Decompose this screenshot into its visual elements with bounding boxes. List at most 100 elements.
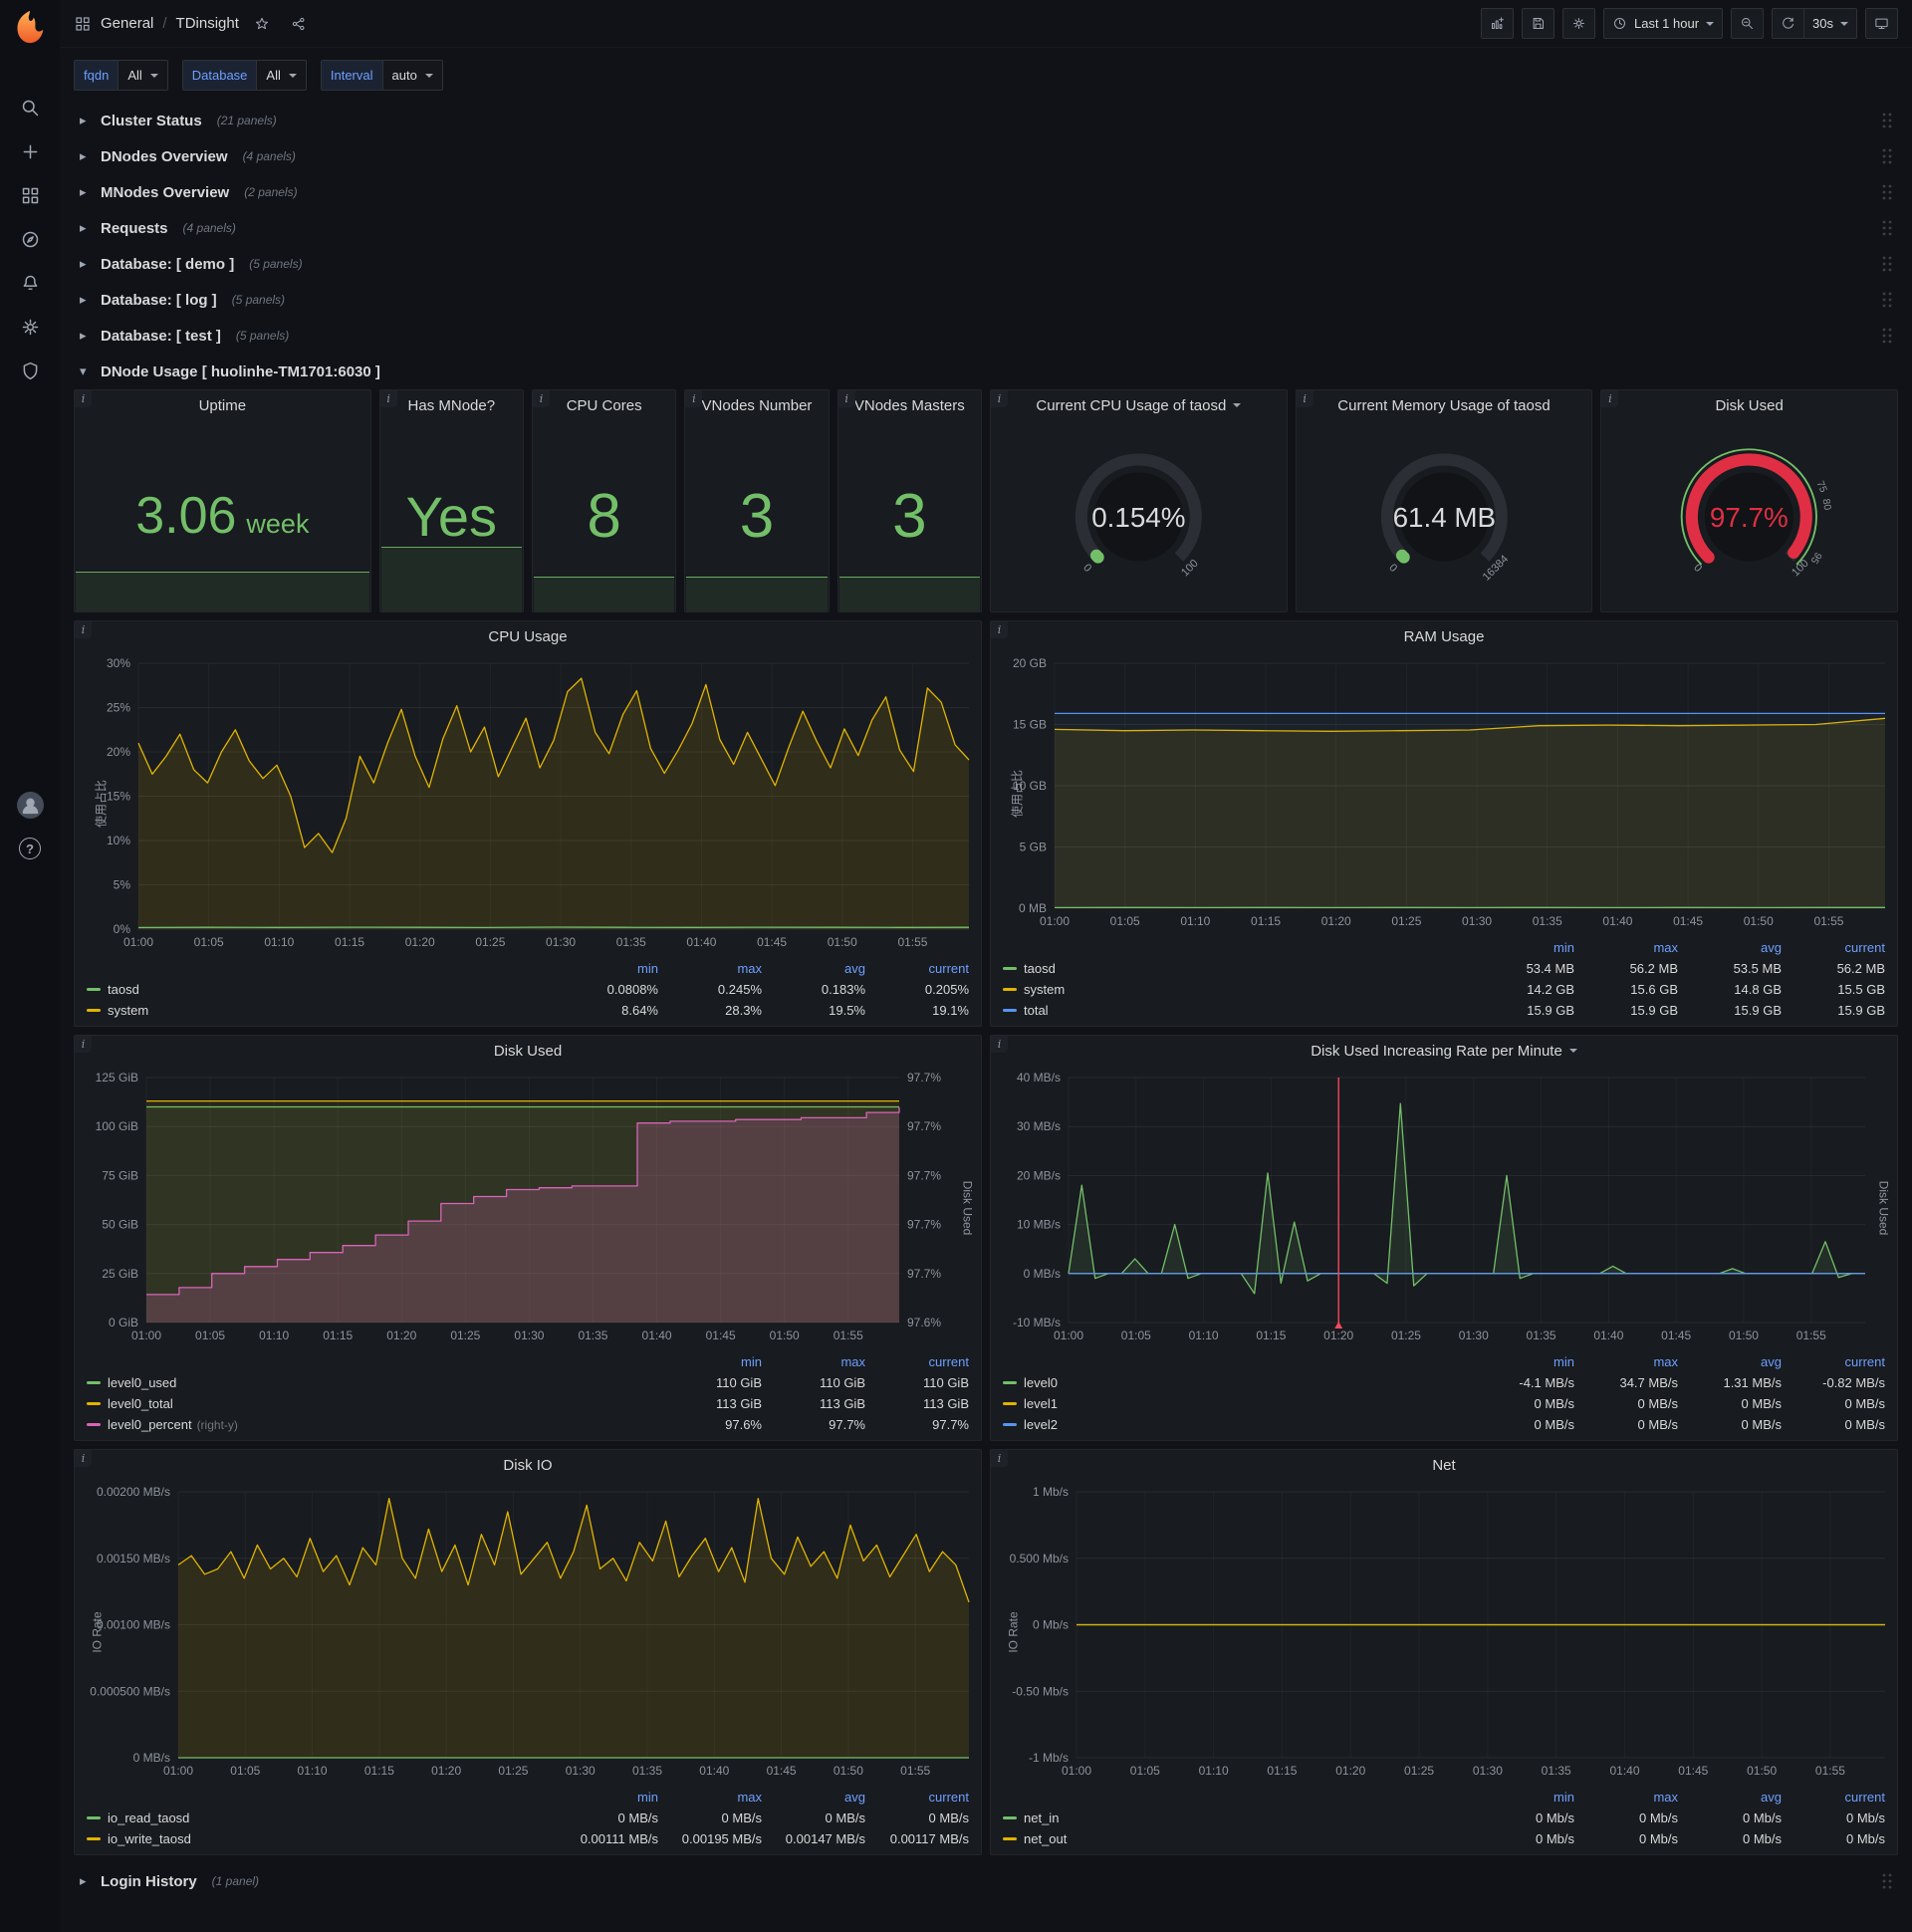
legend-col-header[interactable]: avg [762,1790,865,1805]
alerting-bell-icon[interactable] [8,261,52,305]
legend-col-header[interactable]: max [658,961,762,976]
legend-col-header[interactable]: current [865,961,969,976]
panel-title[interactable]: Net [991,1450,1897,1480]
legend-col-header[interactable]: max [762,1354,865,1369]
panel-title[interactable]: VNodes Masters [838,390,981,420]
legend-col-header[interactable]: current [865,1790,969,1805]
panel-title[interactable]: RAM Usage [991,621,1897,651]
variable-interval[interactable]: Interval auto [320,60,443,91]
dashboard-row-collapsed[interactable]: ▸ Requests (4 panels) [74,210,1898,246]
panel-title[interactable]: CPU Cores [533,390,675,420]
legend-col-header[interactable]: min [1471,1790,1574,1805]
dashboard-row-collapsed[interactable]: ▸ MNodes Overview (2 panels) [74,174,1898,210]
legend-series-toggle[interactable]: system [87,1003,148,1018]
panel-title[interactable]: Current CPU Usage of taosd [991,390,1287,420]
row-drag-handle[interactable] [1882,219,1892,237]
legend-col-header[interactable]: min [555,961,658,976]
chart-canvas[interactable]: 20 GB15 GB10 GB5 GB0 MB01:00 01:05 01:10 01… [991,651,1897,932]
legend-series-toggle[interactable]: taosd [1003,961,1056,976]
legend-col-header[interactable]: min [658,1354,762,1369]
explore-compass-icon[interactable] [8,217,52,261]
panel-title[interactable]: Current Memory Usage of taosd [1297,390,1592,420]
panel-title[interactable]: VNodes Number [685,390,828,420]
dashboard-row-collapsed[interactable]: ▸ DNodes Overview (4 panels) [74,138,1898,174]
chart-area[interactable]: 使用占比 30% 25% 20% 15% 10% 5% 0% 01:00 01:05 01:10 01… [75,651,981,956]
row-drag-handle[interactable] [1882,255,1892,273]
legend-series-toggle[interactable]: net_in [1003,1811,1059,1825]
legend-series-toggle[interactable]: level0_used [87,1375,176,1390]
star-icon[interactable] [248,10,276,38]
breadcrumb-folder[interactable]: General [101,15,153,32]
panel-title[interactable]: Disk Used [1601,390,1897,420]
chart-area[interactable]: IO Rate 1 Mb/s 0.500 Mb/s 0 Mb/s -0.50 Mb/s -… [991,1480,1897,1785]
chart-canvas[interactable]: 1 Mb/s0.500 Mb/s0 Mb/s-0.50 Mb/s-1 Mb/s0… [991,1480,1897,1782]
chart-area[interactable]: 使用占比 20 GB 15 GB 10 GB 5 GB 0 MB 01:00 01:05 01:… [991,651,1897,935]
row-drag-handle[interactable] [1882,112,1892,129]
legend-series-toggle[interactable]: io_write_taosd [87,1831,191,1846]
dashboard-settings-button[interactable] [1561,8,1595,39]
legend-col-header[interactable]: current [1782,1790,1885,1805]
variable-value-dropdown[interactable]: auto [381,60,443,91]
refresh-button[interactable] [1772,8,1805,39]
chart-area[interactable]: IO Rate 0.00200 MB/s 0.00150 MB/s 0.00100 M… [75,1480,981,1785]
legend-col-header[interactable]: current [865,1354,969,1369]
row-drag-handle[interactable] [1882,147,1892,165]
variable-database[interactable]: Database All [181,60,307,91]
legend-col-header[interactable]: avg [762,961,865,976]
legend-col-header[interactable]: min [555,1790,658,1805]
legend-col-header[interactable]: current [1782,1354,1885,1369]
legend-col-header[interactable]: current [1782,940,1885,955]
dashboard-row-collapsed[interactable]: ▸ Database: [ test ] (5 panels) [74,318,1898,354]
variable-value-dropdown[interactable]: All [118,60,168,91]
server-admin-shield-icon[interactable] [8,349,52,392]
panel-title[interactable]: CPU Usage [75,621,981,651]
legend-col-header[interactable]: avg [1678,1790,1782,1805]
legend-series-toggle[interactable]: level2 [1003,1417,1058,1432]
panel-title[interactable]: Disk Used Increasing Rate per Minute [991,1036,1897,1066]
user-avatar[interactable] [8,783,52,827]
legend-col-header[interactable]: max [658,1790,762,1805]
panel-title[interactable]: Disk Used [75,1036,981,1066]
dashboard-row-collapsed[interactable]: ▸ Login History (1 panel) [74,1863,1898,1899]
time-range-picker[interactable]: Last 1 hour [1602,8,1724,39]
grafana-logo[interactable] [11,8,49,46]
legend-series-toggle[interactable]: level0_total [87,1396,173,1411]
legend-series-toggle[interactable]: total [1003,1003,1049,1018]
chart-area[interactable]: Disk Used 125 GiB 97.7% 100 GiB 97.7% 75 GiB 9… [75,1066,981,1349]
dashboard-row-collapsed[interactable]: ▸ Database: [ log ] (5 panels) [74,282,1898,318]
search-icon[interactable] [8,86,52,129]
cycle-view-button[interactable] [1865,8,1898,39]
legend-col-header[interactable]: max [1574,1354,1678,1369]
legend-col-header[interactable]: max [1574,940,1678,955]
share-icon[interactable] [285,10,313,38]
legend-series-toggle[interactable]: level0_percent (right-y) [87,1417,238,1432]
save-dashboard-button[interactable] [1521,8,1554,39]
row-drag-handle[interactable] [1882,1872,1892,1890]
legend-series-toggle[interactable]: taosd [87,982,139,997]
row-drag-handle[interactable] [1882,183,1892,201]
legend-series-toggle[interactable]: level0 [1003,1375,1058,1390]
chart-canvas[interactable]: 0.00200 MB/s 0.00150 MB/s 0.00100 MB/s 0.00… [75,1480,981,1782]
legend-series-toggle[interactable]: system [1003,982,1065,997]
legend-series-toggle[interactable]: net_out [1003,1831,1067,1846]
zoom-out-button[interactable] [1731,8,1765,39]
legend-col-header[interactable]: max [1574,1790,1678,1805]
help-icon[interactable]: ? [8,827,52,870]
chart-canvas[interactable]: 125 GiB 97.7% 100 GiB 97.7% 75 GiB 97.7% 50 Gi… [75,1066,981,1346]
variable-fqdn[interactable]: fqdn All [74,60,168,91]
panel-title[interactable]: Uptime [75,390,370,420]
dashboard-row-expanded[interactable]: ▾ DNode Usage [ huolinhe-TM1701:6030 ] [74,354,1898,389]
dashboard-title[interactable]: TDinsight [176,15,239,32]
add-panel-button[interactable] [1480,8,1514,39]
legend-col-header[interactable]: min [1471,940,1574,955]
legend-col-header[interactable]: avg [1678,1354,1782,1369]
panel-title[interactable]: Disk IO [75,1450,981,1480]
row-drag-handle[interactable] [1882,291,1892,309]
legend-col-header[interactable]: min [1471,1354,1574,1369]
legend-series-toggle[interactable]: level1 [1003,1396,1058,1411]
configuration-gear-icon[interactable] [8,305,52,349]
dashboards-grid-icon[interactable] [8,173,52,217]
refresh-interval-picker[interactable]: 30s [1804,8,1857,39]
dashboard-row-collapsed[interactable]: ▸ Cluster Status (21 panels) [74,103,1898,138]
chart-canvas[interactable]: 40 MB/s 30 MB/s 20 MB/s 10 MB/s 0 MB/s -10 MB… [991,1066,1897,1346]
